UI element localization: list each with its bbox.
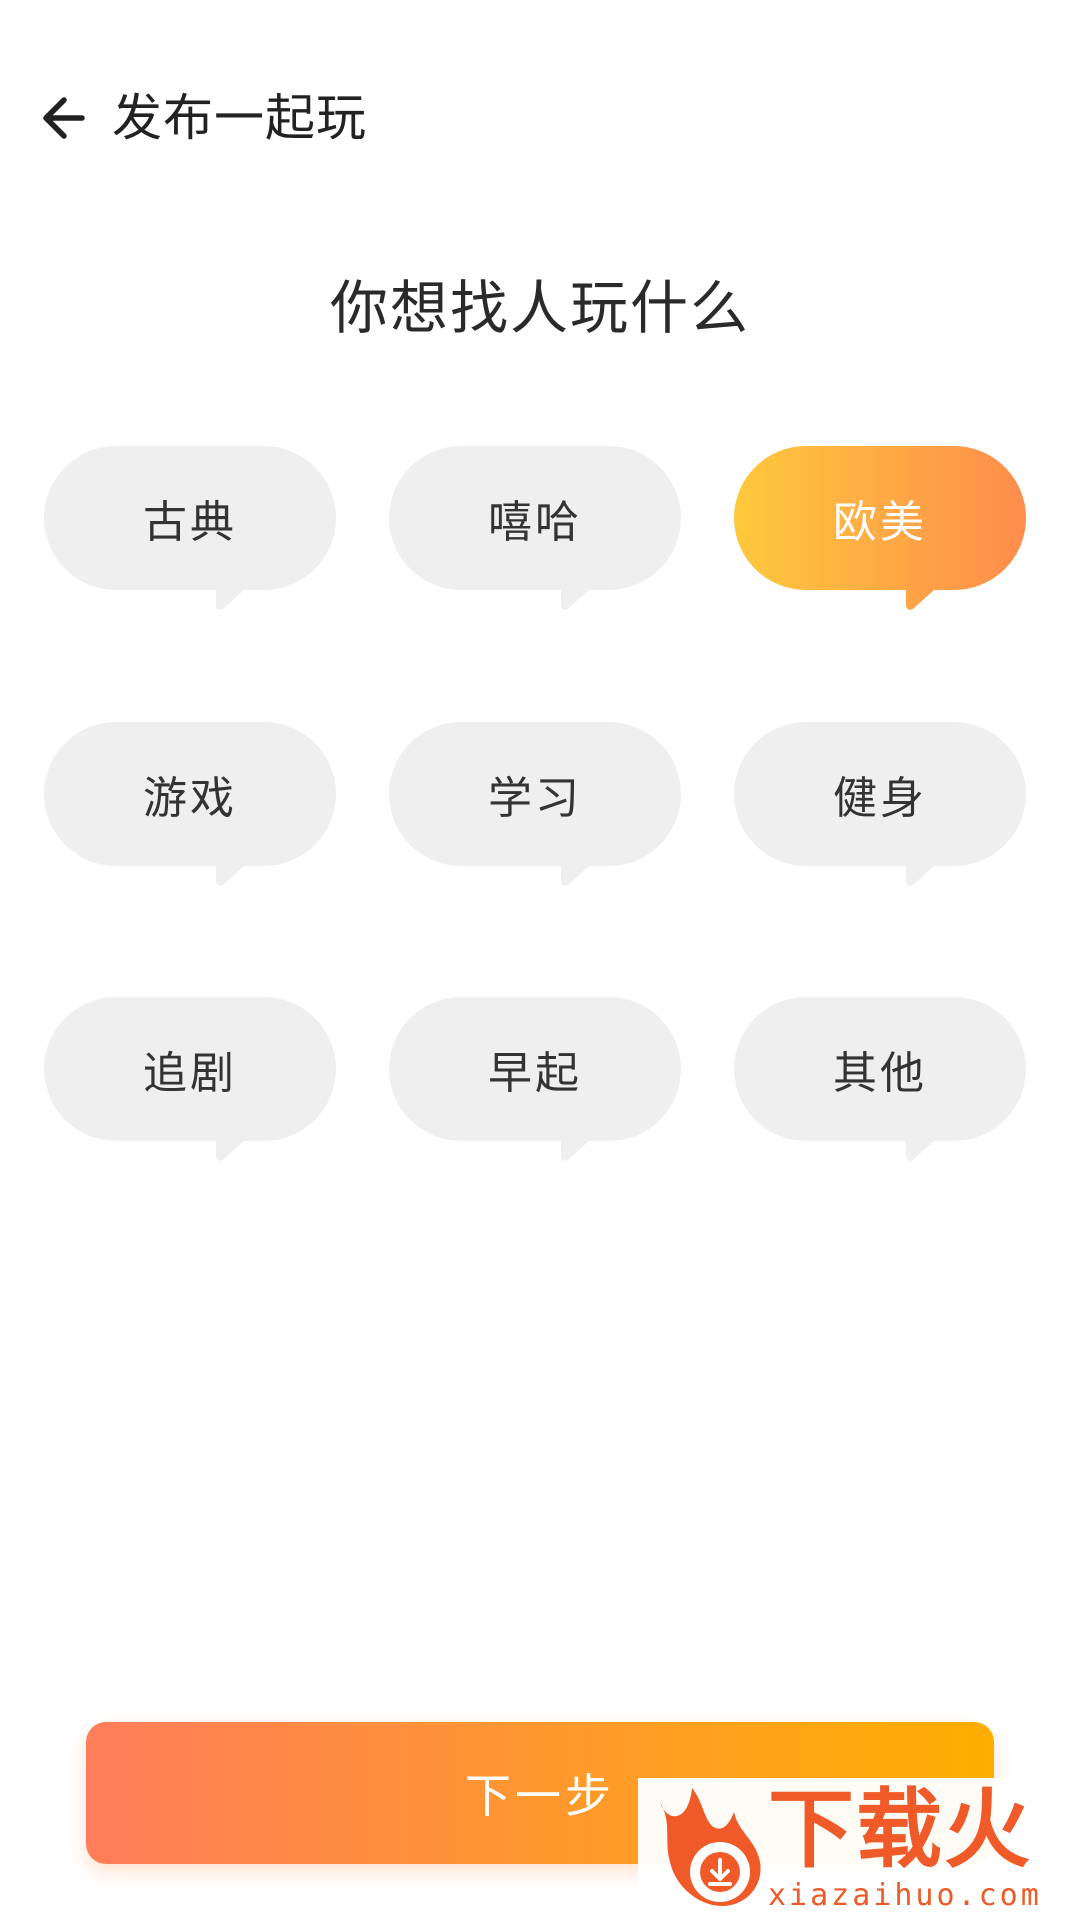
watermark-logo: 下载火 xiazaihuo.com: [638, 1778, 1080, 1920]
category-bubble-7[interactable]: 早起: [389, 997, 681, 1167]
flame-logo-icon: [660, 1788, 761, 1906]
question-prompt: 你想找人玩什么: [329, 274, 750, 342]
category-bubble-1[interactable]: 嘻哈: [389, 446, 681, 616]
category-bubble-0[interactable]: 古典: [44, 446, 336, 616]
category-bubble-8[interactable]: 其他: [734, 997, 1026, 1167]
category-bubble-6[interactable]: 追剧: [44, 997, 336, 1167]
category-label: 游戏: [143, 773, 237, 824]
page-title: 发布一起玩: [112, 89, 367, 147]
category-bubble-2[interactable]: 欧美: [734, 446, 1026, 616]
watermark-brand: 下载火: [768, 1780, 1032, 1880]
category-label: 学习: [488, 773, 582, 824]
category-bubble-5[interactable]: 健身: [734, 722, 1026, 892]
arrow-left-icon: [43, 97, 85, 139]
category-label: 健身: [833, 773, 927, 824]
category-bubble-4[interactable]: 学习: [389, 722, 681, 892]
category-bubble-3[interactable]: 游戏: [44, 722, 336, 892]
back-button[interactable]: [28, 82, 100, 154]
category-label: 古典: [143, 497, 237, 548]
next-step-label: 下一步: [465, 1769, 615, 1823]
category-label: 早起: [488, 1048, 582, 1099]
header: 发布一起玩: [0, 0, 1080, 240]
publish-page: 发布一起玩 你想找人玩什么 古典 嘻哈 欧美 游戏 学习 健身 追剧 早起 其他…: [0, 0, 1080, 1920]
watermark-url: xiazaihuo.com: [768, 1878, 1042, 1913]
category-label: 追剧: [143, 1048, 237, 1099]
category-label: 欧美: [833, 497, 927, 548]
category-label: 嘻哈: [488, 497, 582, 548]
category-label: 其他: [833, 1048, 927, 1099]
